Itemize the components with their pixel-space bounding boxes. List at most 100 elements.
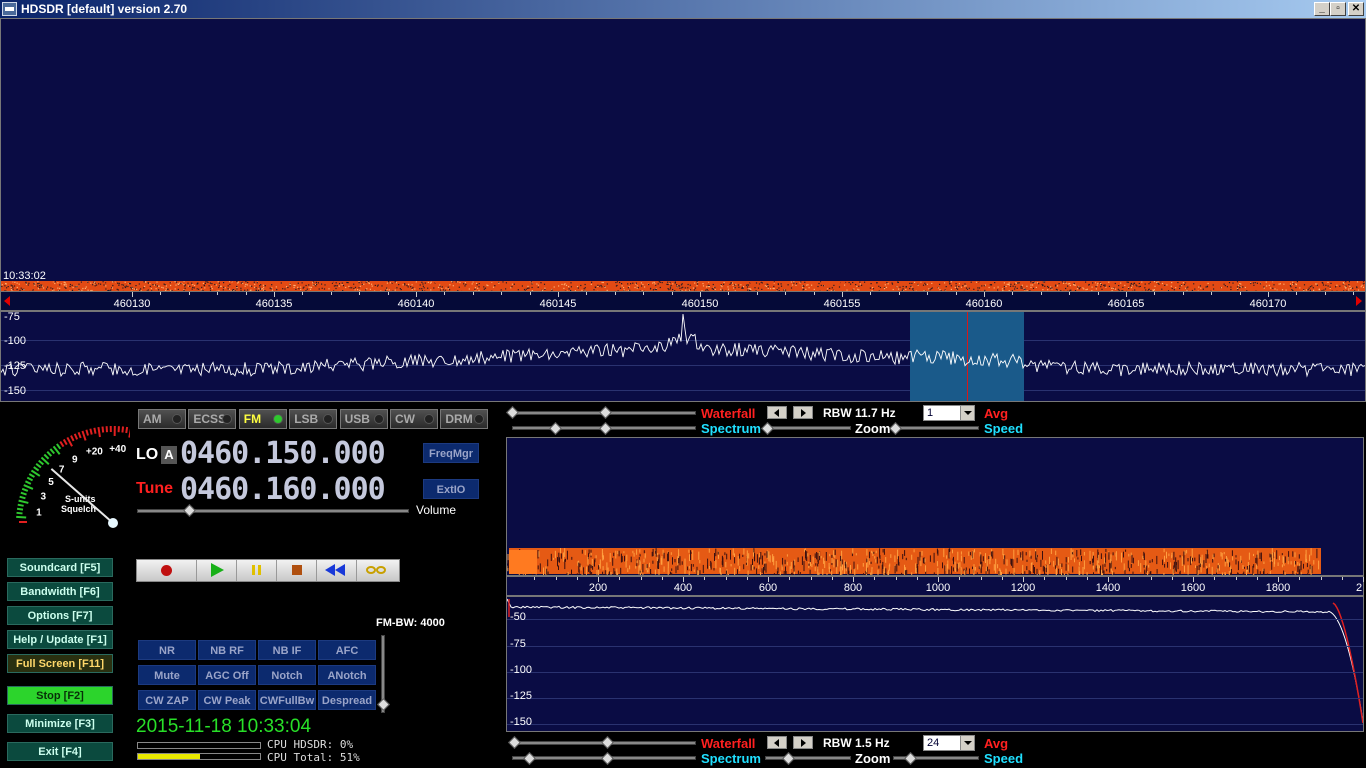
- dsp-cwfullbw-button[interactable]: CWFullBw: [258, 690, 316, 710]
- scroll-right-icon[interactable]: [1356, 296, 1362, 306]
- dsp-nb-if-button[interactable]: NB IF: [258, 640, 316, 660]
- stop-playback-button[interactable]: [277, 560, 317, 581]
- waterfall-pixel: [1007, 283, 1009, 285]
- waterfall-pixel: [1345, 281, 1347, 283]
- rf-spectrum[interactable]: -75 -100 -125 -150: [0, 311, 1366, 402]
- mode-ecss-button[interactable]: ECSS: [188, 409, 237, 429]
- waterfall-pixel: [1100, 553, 1102, 559]
- dsp-notch-button[interactable]: Notch: [258, 665, 316, 685]
- rf-waterfall[interactable]: 10:33:02: [0, 18, 1366, 291]
- waterfall-pixel: [870, 572, 872, 575]
- rf-avg-select[interactable]: 1: [923, 405, 975, 421]
- waterfall-pixel: [789, 566, 791, 574]
- af-avg-select[interactable]: 24: [923, 735, 975, 751]
- waterfall-pixel: [1020, 573, 1022, 575]
- waterfall-pixel: [178, 283, 180, 286]
- rf-zoom-slider[interactable]: [765, 426, 851, 430]
- waterfall-pixel: [936, 548, 938, 554]
- lo-frequency[interactable]: 0460.150.000: [180, 436, 386, 471]
- mode-drm-button[interactable]: DRM: [440, 409, 489, 429]
- rf-step-right-button[interactable]: [793, 406, 813, 419]
- waterfall-pixel: [809, 569, 811, 575]
- mode-usb-button[interactable]: USB: [339, 409, 388, 429]
- waterfall-pixel: [602, 281, 604, 284]
- rf-speed-slider[interactable]: [893, 426, 979, 430]
- loop-button[interactable]: [357, 560, 399, 581]
- vfo-a-label[interactable]: A: [161, 446, 177, 464]
- scroll-left-icon[interactable]: [4, 296, 10, 306]
- freqmgr-button[interactable]: FreqMgr: [423, 443, 479, 463]
- waterfall-pixel: [958, 286, 960, 288]
- dsp-despread-button[interactable]: Despread: [318, 690, 376, 710]
- waterfall-pixel: [237, 282, 239, 284]
- dsp-afc-button[interactable]: AFC: [318, 640, 376, 660]
- rf-frequency-axis[interactable]: 460130 460135 460140 460145 460150 460155 4601…: [0, 291, 1366, 311]
- waterfall-pixel: [1053, 560, 1055, 567]
- app-icon[interactable]: [2, 2, 17, 16]
- waterfall-pixel: [244, 285, 246, 287]
- chevron-down-icon[interactable]: [960, 406, 974, 420]
- waterfall-pixel: [1086, 572, 1088, 575]
- waterfall-pixel: [349, 287, 351, 289]
- waterfall-pixel: [1042, 285, 1044, 287]
- minimize-button[interactable]: Minimize [F3]: [7, 714, 113, 733]
- af-spectrum[interactable]: -50 -75 -100 -125 -150: [506, 596, 1364, 732]
- play-button[interactable]: [197, 560, 237, 581]
- soundcard-button[interactable]: Soundcard [F5]: [7, 558, 113, 577]
- options-button[interactable]: Options [F7]: [7, 606, 113, 625]
- waterfall-pixel: [902, 285, 904, 288]
- af-waterfall[interactable]: [506, 437, 1364, 576]
- waterfall-pixel: [27, 284, 29, 286]
- tune-frequency[interactable]: 0460.160.000: [180, 472, 386, 507]
- rewind-button[interactable]: [317, 560, 357, 581]
- freq-minor-tick: [1299, 577, 1301, 580]
- dsp-mute-button[interactable]: Mute: [138, 665, 196, 685]
- dsp-anotch-button[interactable]: ANotch: [318, 665, 376, 685]
- extio-button[interactable]: ExtIO: [423, 479, 479, 499]
- mode-fm-button[interactable]: FM: [238, 409, 287, 429]
- dsp-nb-rf-button[interactable]: NB RF: [198, 640, 256, 660]
- waterfall-pixel: [667, 281, 669, 283]
- waterfall-pixel: [734, 553, 735, 558]
- af-step-left-button[interactable]: [767, 736, 787, 749]
- full-screen-button[interactable]: Full Screen [F11]: [7, 654, 113, 673]
- waterfall-pixel: [655, 284, 657, 286]
- dsp-agc-off-button[interactable]: AGC Off: [198, 665, 256, 685]
- dsp-nr-button[interactable]: NR: [138, 640, 196, 660]
- chevron-down-icon[interactable]: [960, 736, 974, 750]
- mode-lsb-button[interactable]: LSB: [289, 409, 338, 429]
- waterfall-pixel: [732, 284, 734, 286]
- af-zoom-label: Zoom: [855, 751, 891, 766]
- help-update-button[interactable]: Help / Update [F1]: [7, 630, 113, 649]
- rf-step-left-button[interactable]: [767, 406, 787, 419]
- af-step-right-button[interactable]: [793, 736, 813, 749]
- waterfall-pixel: [818, 572, 820, 575]
- freq-minor-tick: [245, 292, 247, 295]
- waterfall-pixel: [85, 286, 87, 288]
- stop-button[interactable]: Stop [F2]: [7, 686, 113, 705]
- record-button[interactable]: [137, 560, 197, 581]
- waterfall-pixel: [1124, 281, 1127, 283]
- pause-button[interactable]: [237, 560, 277, 581]
- waterfall-pixel: [866, 563, 867, 573]
- dsp-cw-peak-button[interactable]: CW Peak: [198, 690, 256, 710]
- af-waterfall-stream: [507, 548, 1321, 575]
- freq-minor-tick: [1097, 292, 1099, 295]
- close-window-button[interactable]: ✕: [1348, 2, 1364, 16]
- exit-button[interactable]: Exit [F4]: [7, 742, 113, 761]
- waterfall-pixel: [1171, 287, 1173, 290]
- af-frequency-axis[interactable]: 200 400 600 800 1000 1200 1400 1600 1800 2: [506, 576, 1364, 596]
- freq-minor-tick: [576, 577, 578, 580]
- waterfall-pixel: [37, 283, 39, 285]
- mode-am-button[interactable]: AM: [138, 409, 186, 429]
- waterfall-pixel: [687, 283, 689, 286]
- waterfall-pixel: [813, 288, 815, 290]
- af-zoom-slider[interactable]: [765, 756, 851, 760]
- restore-window-button[interactable]: ▫: [1330, 2, 1346, 16]
- dsp-cw-zap-button[interactable]: CW ZAP: [138, 690, 196, 710]
- minimize-window-button[interactable]: _: [1314, 2, 1330, 16]
- volume-slider[interactable]: [137, 509, 409, 513]
- mode-cw-button[interactable]: CW: [390, 409, 438, 429]
- bandwidth-button[interactable]: Bandwidth [F6]: [7, 582, 113, 601]
- waterfall-pixel: [1226, 557, 1228, 564]
